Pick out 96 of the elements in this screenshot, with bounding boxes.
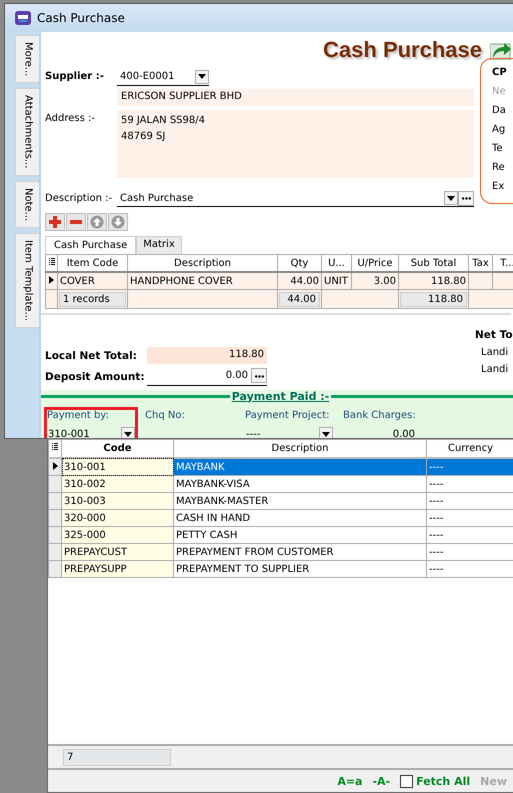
- dropdown-button[interactable]: [319, 427, 333, 438]
- deposit-amount-field[interactable]: 0.00: [147, 368, 267, 386]
- column-header[interactable]: Item Code: [58, 254, 128, 272]
- table-cell[interactable]: 310-002: [62, 476, 174, 492]
- field-label: Landi: [481, 347, 510, 358]
- column-header[interactable]: Currency: [426, 440, 513, 458]
- table-cell[interactable]: 320-000: [62, 510, 174, 526]
- checkbox[interactable]: [400, 774, 414, 788]
- case-option[interactable]: A=a: [337, 774, 362, 788]
- add-icon: [48, 215, 62, 229]
- table-cell[interactable]: 325-000: [62, 526, 174, 544]
- field-label: Ag: [492, 124, 506, 137]
- local-net-total-field: 118.80: [147, 347, 267, 364]
- field-label: Local Net Total:: [45, 350, 138, 362]
- table-cell: 118.80: [398, 272, 468, 290]
- table-cell[interactable]: 310-003: [62, 492, 174, 510]
- field-label: Re: [492, 162, 506, 175]
- field-label: Payment Project:: [245, 410, 331, 421]
- record-count: 7: [63, 748, 171, 766]
- ellipsis-icon: [254, 374, 264, 378]
- table-cell[interactable]: MAYBANK-VISA: [174, 476, 426, 492]
- column-header[interactable]: Qty: [278, 254, 322, 272]
- table-cell[interactable]: 310-001: [62, 458, 174, 476]
- table-cell[interactable]: PREPAYMENT TO SUPPLIER: [174, 560, 426, 578]
- row-pointer-icon: [52, 462, 58, 470]
- column-header[interactable]: Tax: [468, 254, 492, 272]
- column-header[interactable]: U/Price: [352, 254, 398, 272]
- field-label: Da: [492, 105, 507, 118]
- table-cell[interactable]: PREPAYSUPP: [62, 560, 174, 578]
- table-cell[interactable]: ----: [426, 458, 513, 476]
- table-cell[interactable]: MAYBANK: [174, 458, 426, 476]
- column-header[interactable]: Code: [62, 440, 174, 458]
- column-header[interactable]: Description: [128, 254, 278, 272]
- table-cell: COVER: [58, 272, 128, 290]
- up-arrow-button[interactable]: [87, 213, 107, 231]
- field-label: Ex: [492, 181, 506, 194]
- forward-arrow-icon: [490, 40, 512, 60]
- side-tab[interactable]: More...: [15, 35, 41, 84]
- field-label: Landi: [481, 364, 510, 375]
- down-arrow-button[interactable]: [108, 213, 128, 231]
- up-arrow-icon: [90, 215, 104, 229]
- field-label: Te: [492, 143, 504, 156]
- supplier-name-field[interactable]: ERICSON SUPPLIER BHD: [117, 89, 474, 106]
- dropdown-button[interactable]: [121, 427, 135, 438]
- column-header[interactable]: Sub Total: [398, 254, 468, 272]
- table-cell: 44.00: [278, 272, 322, 290]
- more-button[interactable]: [458, 190, 474, 206]
- supplier-field[interactable]: 400-E0001: [117, 68, 209, 86]
- column-menu-icon: [52, 443, 58, 451]
- partial-match-option[interactable]: -A-: [372, 774, 390, 788]
- column-header[interactable]: U...: [322, 254, 352, 272]
- add-button[interactable]: [45, 213, 65, 231]
- section-title: Payment Paid :-: [230, 390, 330, 402]
- summary-cell: 118.80: [400, 292, 467, 306]
- table-cell: HANDPHONE COVER: [128, 272, 278, 290]
- side-tab[interactable]: Note...: [15, 180, 41, 228]
- field-label: Ne: [492, 86, 507, 99]
- row-pointer-icon: [49, 276, 54, 284]
- down-arrow-icon: [111, 215, 125, 229]
- column-menu-icon: [48, 258, 54, 266]
- table-cell[interactable]: MAYBANK-MASTER: [174, 492, 426, 510]
- checkbox-label[interactable]: Fetch All: [416, 774, 470, 788]
- side-tab[interactable]: Attachments...: [15, 88, 41, 176]
- tab[interactable]: Cash Purchase: [45, 236, 136, 254]
- remove-button[interactable]: [66, 213, 86, 231]
- side-tab[interactable]: Item Template...: [15, 232, 41, 328]
- caret-icon: [447, 196, 455, 200]
- field-label: Supplier :-: [45, 70, 105, 82]
- column-header[interactable]: Description: [174, 440, 426, 458]
- app-icon: [15, 10, 31, 26]
- table-cell[interactable]: CASH IN HAND: [174, 510, 426, 526]
- field-label: Payment by:: [47, 410, 110, 421]
- table-cell[interactable]: PETTY CASH: [174, 526, 426, 544]
- field-label: Net To: [475, 329, 513, 341]
- table-cell[interactable]: PREPAYCUST: [62, 544, 174, 560]
- summary-cell: 1 records: [59, 292, 126, 306]
- more-button[interactable]: [251, 368, 267, 383]
- field-label: Deposit Amount:: [45, 371, 146, 383]
- table-cell: 3.00: [352, 272, 398, 290]
- table-cell[interactable]: PREPAYMENT FROM CUSTOMER: [174, 544, 426, 560]
- table-cell: UNIT: [322, 272, 352, 290]
- field-label: Bank Charges:: [343, 410, 415, 421]
- window-title: Cash Purchase: [37, 11, 125, 25]
- ellipsis-icon: [462, 197, 470, 200]
- caret-icon: [198, 74, 206, 79]
- summary-cell: 44.00: [279, 292, 320, 306]
- panel-title: CP: [492, 67, 508, 80]
- dropdown-button[interactable]: [195, 70, 209, 84]
- field-label: Address :-: [45, 112, 96, 124]
- dropdown-button[interactable]: [444, 191, 458, 205]
- field-label: Chq No:: [145, 410, 186, 421]
- description-field[interactable]: Cash Purchase: [117, 190, 474, 207]
- field-label: Description :-: [45, 192, 114, 204]
- form-heading: Cash Purchase: [323, 37, 482, 63]
- tab[interactable]: Matrix: [136, 236, 182, 254]
- address-field[interactable]: 59 JALAN SS98/4 48769 SJ: [117, 110, 474, 178]
